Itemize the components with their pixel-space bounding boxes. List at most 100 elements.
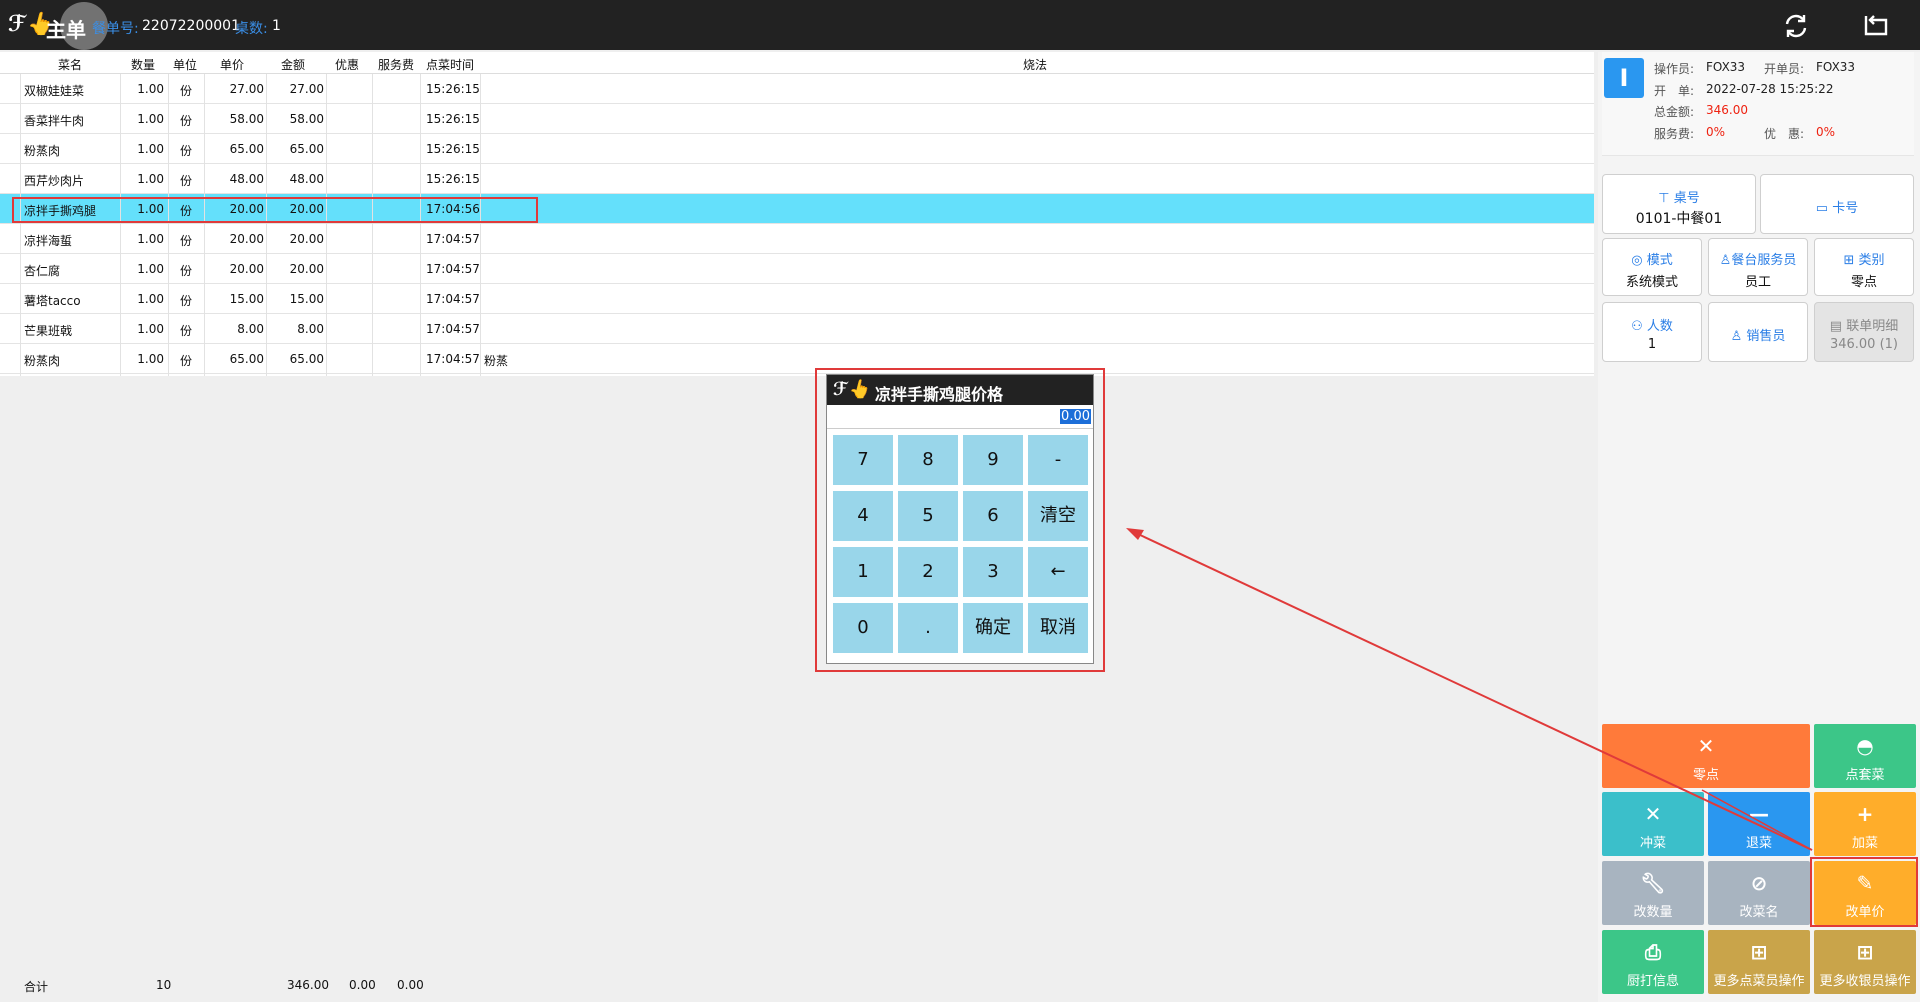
key-minus[interactable]: - (1028, 435, 1088, 485)
key-3[interactable]: 3 (963, 547, 1023, 597)
table-number-tile[interactable]: ⊤ 桌号 0101-中餐01 (1602, 174, 1756, 234)
key-1[interactable]: 1 (833, 547, 893, 597)
key-9[interactable]: 9 (963, 435, 1023, 485)
card-icon: ▭ (1815, 201, 1833, 216)
more-order-ops-button[interactable]: ⊞ 更多点菜员操作 (1708, 930, 1810, 994)
operator-label: 操作员: (1654, 62, 1695, 76)
total-value: 346.00 (1706, 103, 1748, 117)
more-cashier-ops-button[interactable]: ⊞ 更多收银员操作 (1814, 930, 1916, 994)
joint-detail-tile[interactable]: ▤ 联单明细 346.00 (1) (1814, 302, 1914, 362)
table-row[interactable]: 西芹炒肉片 1.00 份 48.00 48.00 15:26:15 (0, 164, 1594, 194)
app-logo: ℱ👆 (833, 379, 870, 400)
backspace-key[interactable]: ← (1028, 547, 1088, 597)
col-order-time: 点菜时间 (426, 58, 475, 72)
confirm-key[interactable]: 确定 (963, 603, 1023, 653)
order-item-button[interactable]: ✕ 零点 (1602, 724, 1810, 788)
col-dish-name: 菜名 (58, 58, 83, 72)
cell-dish-name: 西芹炒肉片 (24, 174, 85, 188)
people-icon: ⚇ (1631, 319, 1647, 334)
cell-order-time: 15:26:15 (426, 112, 480, 126)
cell-quantity: 1.00 (137, 352, 164, 366)
table-row[interactable]: 芒果班戟 1.00 份 8.00 8.00 17:04:57 (0, 314, 1594, 344)
cell-dish-name: 薯塔tacco (24, 294, 81, 308)
cell-unit-price: 65.00 (229, 352, 264, 366)
waiter-value: 员工 (1744, 275, 1771, 290)
cell-order-time: 17:04:57 (426, 262, 480, 276)
cell-quantity: 1.00 (137, 232, 164, 246)
key-2[interactable]: 2 (898, 547, 958, 597)
clear-key[interactable]: 清空 (1028, 491, 1088, 541)
table-row[interactable]: 香菜拌牛肉 1.00 份 58.00 58.00 15:26:15 (0, 104, 1594, 134)
change-quantity-button[interactable]: 🔧︎ 改数量 (1602, 861, 1704, 925)
grid-icon: ⊞ (1856, 940, 1874, 964)
cell-quantity: 1.00 (137, 142, 164, 156)
cell-order-time: 15:26:15 (426, 172, 480, 186)
discount-value: 0% (1816, 125, 1836, 139)
col-service-fee: 服务费 (378, 58, 415, 72)
table-row[interactable]: 薯塔tacco 1.00 份 15.00 15.00 17:04:57 (0, 284, 1594, 314)
mode-tile[interactable]: ◎ 模式 系统模式 (1602, 238, 1702, 296)
guests-tile[interactable]: ⚇ 人数 1 (1602, 302, 1702, 362)
table-row[interactable]: 粉蒸肉 1.00 份 65.00 65.00 15:26:15 (0, 134, 1594, 164)
cell-order-time: 15:26:15 (426, 142, 480, 156)
change-name-button[interactable]: ⊘ 改菜名 (1708, 861, 1810, 925)
key-0[interactable]: 0 (833, 603, 893, 653)
table-row[interactable]: 杏仁腐 1.00 份 20.00 20.00 17:04:57 (0, 254, 1594, 284)
return-dish-label: 退菜 (1745, 836, 1772, 851)
document-icon: ▤ (1829, 319, 1847, 334)
open-time-label: 开 单: (1654, 84, 1695, 98)
operator-value: FOX33 (1706, 60, 1746, 74)
return-dish-button[interactable]: — 退菜 (1708, 792, 1810, 856)
mode-value: 系统模式 (1625, 275, 1678, 290)
table-row[interactable]: 粉蒸肉 1.00 份 65.00 65.00 17:04:57 粉蒸 (0, 344, 1594, 374)
cell-unit: 份 (180, 84, 193, 98)
cell-unit: 份 (180, 264, 193, 278)
cell-amount: 58.00 (289, 112, 324, 126)
cell-unit: 份 (180, 234, 193, 248)
cell-order-time: 17:04:57 (426, 292, 480, 306)
open-time-value: 2022-07-28 15:25:22 (1706, 82, 1834, 96)
category-value: 零点 (1850, 275, 1877, 290)
table-row[interactable]: 双椒娃娃菜 1.00 份 27.00 27.00 15:26:15 (0, 74, 1594, 104)
card-number-label: 卡号 (1832, 201, 1859, 216)
order-item-label: 零点 (1692, 768, 1719, 783)
col-discount: 优惠 (335, 58, 360, 72)
back-icon[interactable] (1862, 12, 1890, 40)
cell-quantity: 1.00 (137, 112, 164, 126)
col-unit: 单位 (173, 58, 198, 72)
kitchen-print-button[interactable]: ⎙ 厨打信息 (1602, 930, 1704, 994)
cell-unit: 份 (180, 294, 193, 308)
service-label: 服务费: (1654, 127, 1695, 141)
rush-dish-button[interactable]: ✕ 冲菜 (1602, 792, 1704, 856)
category-label: 类别 (1858, 253, 1885, 268)
key-6[interactable]: 6 (963, 491, 1023, 541)
key-8[interactable]: 8 (898, 435, 958, 485)
cell-cooking-method: 粉蒸 (484, 354, 509, 368)
card-number-tile[interactable]: ▭ 卡号 (1760, 174, 1914, 234)
key-5[interactable]: 5 (898, 491, 958, 541)
plus-icon: + (1856, 802, 1874, 826)
joint-detail-value: 346.00 (1) (1829, 337, 1899, 352)
cell-amount: 15.00 (289, 292, 324, 306)
cell-dish-name: 双椒娃娃菜 (24, 84, 85, 98)
table-row[interactable]: 凉拌海蜇 1.00 份 20.00 20.00 17:04:57 (0, 224, 1594, 254)
category-tile[interactable]: ⊞ 类别 零点 (1814, 238, 1914, 296)
key-4[interactable]: 4 (833, 491, 893, 541)
order-set-button[interactable]: ◓ 点套菜 (1814, 724, 1916, 788)
service-value: 0% (1706, 125, 1726, 139)
cell-unit: 份 (180, 354, 193, 368)
kitchen-print-label: 厨打信息 (1626, 974, 1679, 989)
key-dot[interactable]: . (898, 603, 958, 653)
cancel-key[interactable]: 取消 (1028, 603, 1088, 653)
price-input[interactable]: 0.00 (827, 405, 1093, 429)
table-header: 菜名 数量 单位 单价 金额 优惠 服务费 点菜时间 烧法 (0, 52, 1594, 74)
add-dish-button[interactable]: + 加菜 (1814, 792, 1916, 856)
waiter-tile[interactable]: ♙餐台服务员 员工 (1708, 238, 1808, 296)
cell-amount: 65.00 (289, 142, 324, 156)
refresh-icon[interactable] (1782, 12, 1810, 40)
discount-label: 优 惠: (1764, 127, 1805, 141)
key-7[interactable]: 7 (833, 435, 893, 485)
change-quantity-label: 改数量 (1633, 905, 1673, 920)
cell-dish-name: 杏仁腐 (24, 264, 61, 278)
salesperson-tile[interactable]: ♙ 销售员 (1708, 302, 1808, 362)
